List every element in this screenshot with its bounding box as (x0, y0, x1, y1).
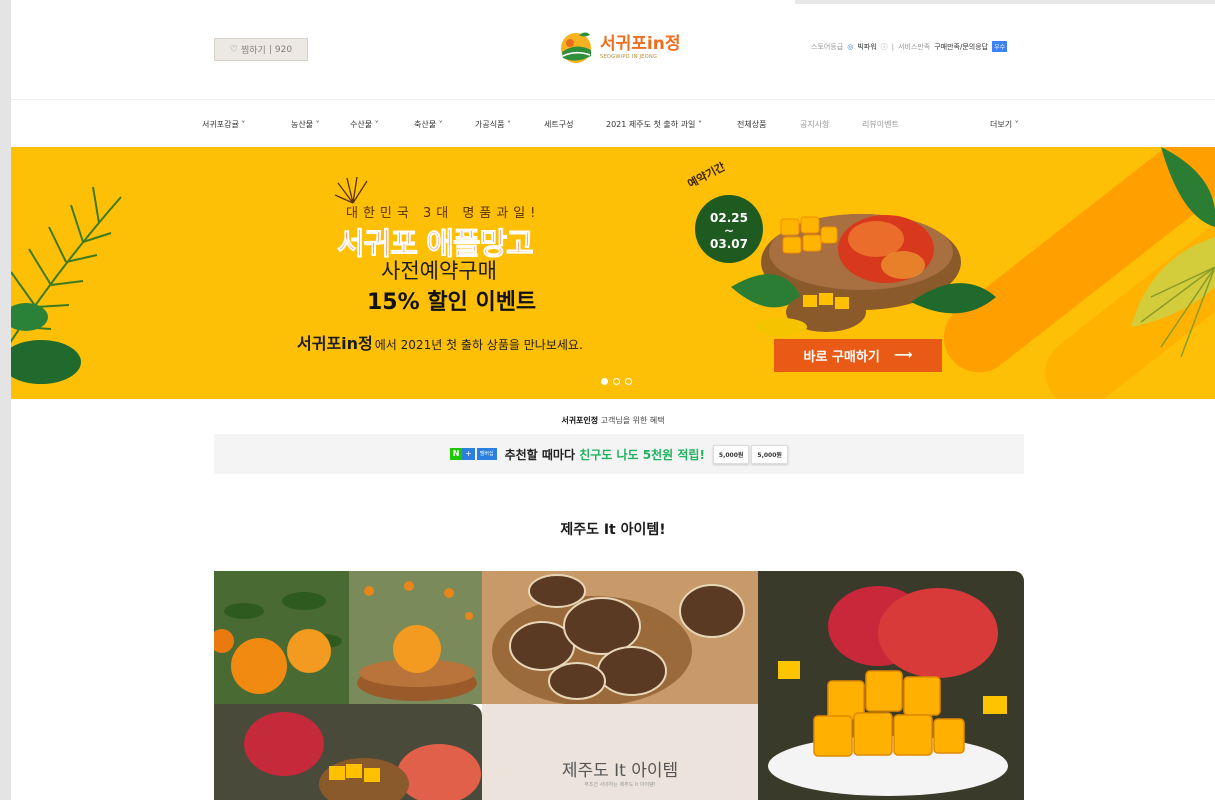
nav-item-all[interactable]: 전체상품 (737, 119, 766, 130)
benefit-highlight: 친구도 나도 5천원 적립! (579, 447, 705, 462)
grade-info-icon[interactable]: ⓘ (881, 42, 888, 52)
hero-foot-brand: 서귀포in정 (297, 334, 373, 353)
favorite-sep: | (268, 44, 272, 55)
carousel-dot[interactable] (601, 378, 608, 385)
it-item-title: 제주도 It 아이템 (561, 761, 679, 781)
nav-item-processed[interactable]: 가공식품 ˅ (475, 119, 511, 130)
it-item-card[interactable]: 제주도 It 아이템 무조건 사야하는 제주도 It 아이템! (482, 704, 758, 800)
mango-bowl-image (731, 214, 996, 336)
hero-sub2: 15% 할인 이벤트 (367, 290, 537, 315)
favorite-label: 찜하기 (241, 46, 266, 56)
grade-name: 빅파워 (857, 42, 877, 51)
nav-item-tangerine[interactable]: 서귀포감귤 ˅ (202, 119, 245, 130)
benefit-title-rest: 고객님을 위한 혜택 (598, 416, 665, 425)
favorite-count: 920 (274, 44, 293, 55)
hero-banner[interactable]: 대한민국 3대 명품과일! 서귀포 애플망고 사전예약구매 15% 할인 이벤트… (11, 147, 1215, 399)
it-item-caption: 제주도 It 아이템 무조건 사야하는 제주도 It 아이템! (482, 756, 758, 788)
nav-item-set[interactable]: 세트구성 (544, 119, 573, 130)
benefit-title-brand: 서귀포인정 (561, 416, 599, 425)
tangerine-tree-art (214, 571, 349, 704)
carousel-dot[interactable] (625, 378, 632, 385)
header: ♡ 찜하기 | 920 서귀포in정 SEOGWIPO IN JEONG 스토어… (11, 0, 1215, 100)
nav-item-2021-fruit[interactable]: 2021 제주도 첫 출하 과일 ˅ (606, 119, 702, 130)
logo-sub: SEOGWIPO IN JEONG (600, 53, 658, 60)
palm-leaf-left-icon (11, 186, 122, 384)
carousel-dots (601, 378, 632, 385)
benefit-banner[interactable]: N + 멤버십 추천할 때마다 친구도 나도 5천원 적립! 5,000원 5,… (214, 434, 1024, 474)
nav-item-livestock[interactable]: 축산물 ˅ (414, 119, 443, 130)
buy-now-label: 바로 구매하기 (803, 350, 880, 365)
mango-bowl-photo[interactable] (214, 704, 482, 800)
nav-item-review[interactable]: 리뷰이벤트 (862, 119, 899, 130)
logo-mark-icon (561, 32, 591, 63)
naver-plus-badge: N + 멤버십 (450, 448, 497, 460)
mango-bowl-photo-art (214, 704, 482, 800)
arrow-right-icon: ⟶ (893, 348, 913, 363)
it-item-gallery: 제주도 It 아이템 무조건 사야하는 제주도 It 아이템! (214, 571, 1024, 800)
coupon-card: 5,000원 (712, 444, 750, 464)
page: ♡ 찜하기 | 920 서귀포in정 SEOGWIPO IN JEONG 스토어… (0, 0, 1215, 800)
nav-item-agri[interactable]: 농산물 ˅ (291, 119, 320, 130)
mango-cut-image[interactable] (758, 571, 1024, 800)
coupon-card: 5,000원 (751, 444, 788, 464)
mango-cut-art (758, 571, 1024, 800)
excellent-badge: 우수 (992, 41, 1008, 52)
nav-item-more[interactable]: 더보기 ˅ (990, 119, 1019, 130)
site-logo[interactable]: 서귀포in정 SEOGWIPO IN JEONG (557, 28, 681, 66)
hero-sub1: 사전예약구매 (381, 259, 497, 283)
util-sep: | (891, 42, 894, 51)
membership-label: 멤버십 (476, 448, 497, 460)
purchase-label: 구매만족/문의응답 (934, 42, 989, 51)
hero-foot: 서귀포in정 에서 2021년 첫 출하 상품을 만나보세요. (297, 330, 583, 354)
it-item-subtitle: 무조건 사야하는 제주도 It 아이템! (584, 782, 656, 788)
shiitake-art (482, 571, 758, 704)
heart-icon: ♡ (229, 44, 238, 55)
tangerine-tree-image[interactable] (214, 571, 349, 704)
section-title: 제주도 It 아이템! (560, 522, 666, 538)
sunburst-icon (334, 176, 368, 204)
hero-foot-text: 에서 2021년 첫 출하 상품을 만나보세요. (374, 338, 583, 352)
store-grade-label: 스토어등급 (811, 42, 844, 51)
category-nav: 서귀포감귤 ˅ 농산물 ˅ 수산물 ˅ 축산물 ˅ 가공식품 ˅ 세트구성 20… (11, 101, 1215, 147)
nav-item-notice[interactable]: 공지사항 (800, 119, 829, 130)
shiitake-image[interactable] (482, 571, 758, 704)
benefit-text: 추천할 때마다 친구도 나도 5천원 적립! (505, 446, 705, 463)
logo-name: 서귀포in정 (600, 33, 681, 54)
benefit-text-lead: 추천할 때마다 (504, 447, 580, 462)
favorite-button[interactable]: ♡ 찜하기 | 920 (214, 38, 308, 61)
naver-n-icon: N (450, 448, 463, 460)
monstera-leaf-right-icon (1131, 147, 1215, 358)
medal-icon: ◎ (847, 42, 854, 51)
buy-now-button[interactable]: 바로 구매하기 ⟶ (774, 339, 942, 372)
service-label: 서비스만족 (898, 42, 931, 51)
tangerine-stand-art (349, 571, 482, 704)
plus-icon: + (462, 448, 475, 460)
carousel-dot[interactable] (613, 378, 620, 385)
benefit-title: 서귀포인정 고객님을 위한 혜택 (11, 415, 1215, 426)
tangerine-stand-image[interactable] (349, 571, 482, 704)
store-grade-bar: 스토어등급 ◎ 빅파워 ⓘ | 서비스만족 구매만족/문의응답 우수 (811, 41, 1008, 52)
coupon-group: 5,000원 5,000원 (712, 444, 788, 464)
nav-item-seafood[interactable]: 수산물 ˅ (350, 119, 379, 130)
